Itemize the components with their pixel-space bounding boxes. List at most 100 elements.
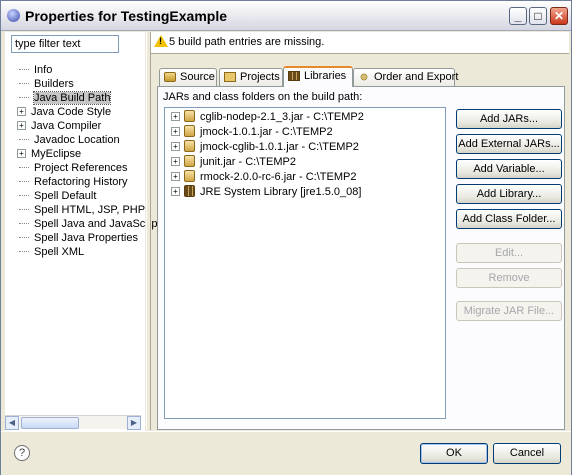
- cancel-button[interactable]: Cancel: [493, 443, 561, 464]
- expand-icon[interactable]: +: [171, 112, 180, 121]
- library-icon: [288, 71, 300, 81]
- tab-order-and-export[interactable]: Order and Export: [353, 68, 459, 86]
- filter-input[interactable]: type filter text: [11, 35, 119, 53]
- tree-item-java-build-path[interactable]: Java Build Path: [19, 91, 112, 105]
- tree-item-spell-default[interactable]: Spell Default: [19, 189, 96, 203]
- tree-item-info[interactable]: Info: [19, 63, 52, 77]
- expand-icon[interactable]: +: [171, 142, 180, 151]
- help-icon[interactable]: ?: [14, 445, 30, 461]
- jar-list[interactable]: + cglib-nodep-2.1_3.jar - C:\TEMP2 + jmock…: [164, 107, 446, 419]
- tree-item-refactoring-history[interactable]: Refactoring History: [19, 175, 128, 189]
- remove-button[interactable]: Remove: [456, 268, 562, 288]
- maximize-button[interactable]: □: [529, 7, 547, 25]
- tab-source[interactable]: Source: [159, 68, 217, 86]
- tree-item-java-code-style[interactable]: + Java Code Style: [17, 105, 111, 119]
- expand-icon[interactable]: +: [171, 127, 180, 136]
- warning-icon: !: [154, 35, 168, 47]
- jar-label: jmock-cglib-1.0.1.jar - C:\TEMP2: [200, 141, 359, 153]
- list-item[interactable]: + JRE System Library [jre1.5.0_08]: [171, 185, 361, 199]
- tab-label: Libraries: [304, 70, 347, 82]
- window-title: Properties for TestingExample: [25, 8, 228, 24]
- expand-icon[interactable]: +: [17, 107, 26, 116]
- tree-item-label: MyEclipse: [31, 148, 82, 160]
- scroll-left-icon[interactable]: ◀: [5, 416, 19, 430]
- tree-item-label: Spell HTML, JSP, PHP: [34, 204, 146, 216]
- ok-button[interactable]: OK: [420, 443, 488, 464]
- jar-icon: [184, 140, 195, 152]
- close-button[interactable]: ✕: [550, 7, 568, 25]
- tab-label: Order and Export: [374, 71, 459, 83]
- tree-item-label: Info: [34, 64, 53, 76]
- list-item[interactable]: + rmock-2.0.0-rc-6.jar - C:\TEMP2: [171, 170, 356, 184]
- property-tree: Info Builders Java Build Path + Java Code…: [5, 56, 158, 416]
- eclipse-icon: [7, 9, 20, 22]
- tree-item-spell-html[interactable]: Spell HTML, JSP, PHP: [19, 203, 145, 217]
- list-item[interactable]: + cglib-nodep-2.1_3.jar - C:\TEMP2: [171, 110, 364, 124]
- tree-item-javadoc-location[interactable]: Javadoc Location: [19, 133, 120, 147]
- tree-item-myeclipse[interactable]: + MyEclipse: [17, 147, 81, 161]
- list-item[interactable]: + jmock-cglib-1.0.1.jar - C:\TEMP2: [171, 140, 359, 154]
- tree-item-spell-java-properties[interactable]: Spell Java Properties: [19, 231, 138, 245]
- tree-item-label: Java Code Style: [31, 106, 112, 118]
- jar-icon: [184, 125, 195, 137]
- tree-item-spell-java-javascript[interactable]: Spell Java and JavaScrip: [19, 217, 158, 231]
- expand-icon[interactable]: +: [17, 149, 26, 158]
- jar-label: jmock-1.0.1.jar - C:\TEMP2: [200, 126, 333, 138]
- add-jars-button[interactable]: Add JARs...: [456, 109, 562, 129]
- library-icon: [184, 185, 195, 197]
- message-text: 5 build path entries are missing.: [169, 36, 325, 48]
- tree-item-label: Java Build Path: [32, 91, 112, 105]
- libraries-panel: JARs and class folders on the build path…: [157, 86, 565, 430]
- tree-item-java-compiler[interactable]: + Java Compiler: [17, 119, 101, 133]
- tree-item-label: Spell Java and JavaScrip: [34, 218, 158, 230]
- tab-projects[interactable]: Projects: [219, 68, 283, 86]
- project-folder-icon: [224, 72, 236, 82]
- minimize-button[interactable]: _: [509, 7, 527, 25]
- tree-item-label: Project References: [34, 162, 128, 174]
- tab-label: Projects: [240, 71, 280, 83]
- add-variable-button[interactable]: Add Variable...: [456, 159, 562, 179]
- tree-item-builders[interactable]: Builders: [19, 77, 74, 91]
- tree-item-spell-xml[interactable]: Spell XML: [19, 245, 84, 259]
- edit-button[interactable]: Edit...: [456, 243, 562, 263]
- add-class-folder-button[interactable]: Add Class Folder...: [456, 209, 562, 229]
- left-pane: type filter text Info Builders Java Buil…: [5, 32, 158, 432]
- order-export-icon: [358, 72, 370, 82]
- message-bar: ! 5 build path entries are missing.: [151, 32, 569, 54]
- expand-icon[interactable]: +: [171, 157, 180, 166]
- add-library-button[interactable]: Add Library...: [456, 184, 562, 204]
- tab-libraries[interactable]: Libraries: [283, 66, 353, 87]
- scroll-thumb[interactable]: [21, 417, 79, 429]
- tree-item-label: Builders: [34, 78, 74, 90]
- expand-icon[interactable]: +: [171, 172, 180, 181]
- jar-label: JRE System Library [jre1.5.0_08]: [200, 186, 362, 198]
- jar-icon: [184, 170, 195, 182]
- expand-icon[interactable]: +: [171, 187, 180, 196]
- source-folder-icon: [164, 72, 176, 82]
- build-path-tabs: Source Projects Libraries Order and Expo…: [159, 66, 563, 87]
- jar-label: cglib-nodep-2.1_3.jar - C:\TEMP2: [200, 111, 364, 123]
- tree-item-label: Refactoring History: [34, 176, 128, 188]
- tree-item-label: Java Compiler: [31, 120, 102, 132]
- jar-icon: [184, 110, 195, 122]
- properties-dialog: Properties for TestingExample _ □ ✕ type…: [0, 0, 572, 475]
- tree-item-label: Spell Java Properties: [34, 232, 138, 244]
- migrate-jar-button[interactable]: Migrate JAR File...: [456, 301, 562, 321]
- add-external-jars-button[interactable]: Add External JARs...: [456, 134, 562, 154]
- title-bar[interactable]: Properties for TestingExample _ □ ✕: [1, 1, 571, 31]
- expand-icon[interactable]: +: [17, 121, 26, 130]
- dialog-button-bar: ? OK Cancel: [1, 431, 571, 475]
- tree-horizontal-scrollbar[interactable]: ◀ ▶: [5, 415, 141, 430]
- properties-page: ! 5 build path entries are missing. Sour…: [151, 32, 569, 430]
- tree-item-label: Spell Default: [34, 190, 97, 202]
- jar-label: junit.jar - C:\TEMP2: [200, 156, 296, 168]
- scroll-right-icon[interactable]: ▶: [127, 416, 141, 430]
- jar-icon: [184, 155, 195, 167]
- tree-item-label: Javadoc Location: [34, 134, 120, 146]
- tab-label: Source: [180, 71, 215, 83]
- tree-item-project-references[interactable]: Project References: [19, 161, 128, 175]
- list-item[interactable]: + junit.jar - C:\TEMP2: [171, 155, 296, 169]
- tree-item-label: Spell XML: [34, 246, 85, 258]
- list-item[interactable]: + jmock-1.0.1.jar - C:\TEMP2: [171, 125, 333, 139]
- panel-label: JARs and class folders on the build path…: [163, 91, 363, 103]
